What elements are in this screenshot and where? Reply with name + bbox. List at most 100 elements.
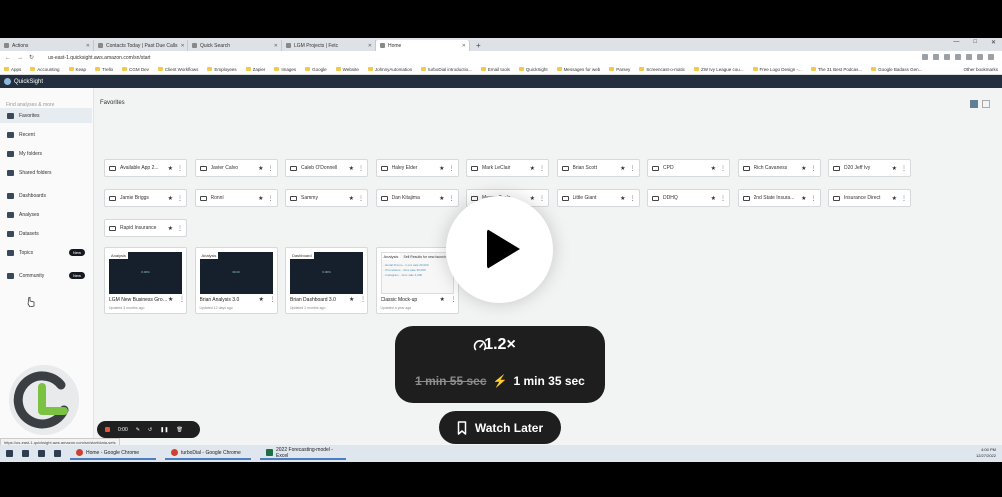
- delete-icon[interactable]: 🗑: [177, 427, 183, 433]
- windows-start-icon[interactable]: [6, 450, 13, 457]
- sidebar-item-shared-folders[interactable]: Shared folders: [0, 165, 92, 180]
- close-icon[interactable]: ✕: [368, 43, 372, 49]
- star-icon[interactable]: ★: [258, 195, 263, 202]
- draw-icon[interactable]: ✎: [136, 427, 140, 433]
- star-icon[interactable]: ★: [439, 165, 444, 172]
- star-icon[interactable]: ★: [620, 165, 625, 172]
- more-options-icon[interactable]: ⋮: [901, 165, 907, 172]
- pause-icon[interactable]: ❚❚: [160, 427, 168, 433]
- asset-card[interactable]: Analysis 30.00 Brian Analysis 3.0 Updated 1…: [194, 247, 278, 314]
- taskbar-app-chrome[interactable]: turboDial - Google Chrome: [165, 447, 251, 460]
- bookmark-item[interactable]: Website: [335, 67, 359, 72]
- more-options-icon[interactable]: ⋮: [358, 195, 364, 202]
- more-options-icon[interactable]: ⋮: [177, 195, 183, 202]
- star-icon[interactable]: ★: [801, 195, 806, 202]
- bookmark-item[interactable]: JohnnyAutomation: [367, 67, 412, 72]
- star-icon[interactable]: ★: [440, 296, 445, 303]
- extension-icon[interactable]: [922, 54, 928, 60]
- folder-tile[interactable]: DDHQ ★ ⋮: [647, 189, 730, 207]
- bookmark-item[interactable]: Zapier: [245, 67, 265, 72]
- folder-tile[interactable]: Jamie Briggs ★ ⋮: [104, 189, 187, 207]
- sidebar-item-topics[interactable]: Topics New: [0, 245, 92, 260]
- close-icon[interactable]: ✕: [274, 43, 278, 49]
- browser-tab[interactable]: Actions ✕: [0, 40, 94, 51]
- folder-tile[interactable]: Caleb O'Donnell ★ ⋮: [285, 159, 368, 177]
- more-options-icon[interactable]: ⋮: [720, 195, 726, 202]
- star-icon[interactable]: ★: [892, 195, 897, 202]
- star-icon[interactable]: ★: [711, 195, 716, 202]
- bookmark-item[interactable]: The 31 Best Podcas...: [810, 67, 862, 72]
- back-button[interactable]: ←: [5, 55, 11, 61]
- more-options-icon[interactable]: ⋮: [270, 296, 276, 303]
- star-icon[interactable]: ★: [168, 195, 173, 202]
- sidebar-item-my-folders[interactable]: My folders: [0, 146, 92, 161]
- profile-icon[interactable]: [988, 54, 994, 60]
- star-icon[interactable]: ★: [168, 296, 173, 303]
- other-bookmarks[interactable]: Other bookmarks: [963, 64, 998, 74]
- star-icon[interactable]: ★: [892, 165, 897, 172]
- star-icon[interactable]: ★: [349, 165, 354, 172]
- taskbar-app-excel[interactable]: 2022 Forecasting-model - Excel: [260, 447, 346, 460]
- browser-tab[interactable]: LGM Projects | Fetc ✕: [282, 40, 376, 51]
- extension-icon[interactable]: [966, 54, 972, 60]
- stop-recording-icon[interactable]: [105, 427, 110, 432]
- bookmark-item[interactable]: Keap: [68, 67, 86, 72]
- browser-tab[interactable]: Contacts Today | Past Due Calls ✕: [94, 40, 188, 51]
- url-field[interactable]: us-east-1.quicksight.aws.amazon.com/sn/s…: [48, 55, 151, 61]
- minimize-button[interactable]: —: [953, 39, 959, 46]
- more-options-icon[interactable]: ⋮: [811, 165, 817, 172]
- browser-tab-active[interactable]: Home ✕: [376, 40, 470, 51]
- folder-tile[interactable]: Dan Kitajima ★ ⋮: [375, 189, 459, 207]
- task-view-icon[interactable]: [38, 450, 45, 457]
- bookmark-item[interactable]: Employees: [207, 67, 237, 72]
- star-icon[interactable]: ★: [259, 296, 264, 303]
- bookmark-item[interactable]: turboDial introductio...: [421, 67, 472, 72]
- more-options-icon[interactable]: ⋮: [268, 195, 274, 202]
- forward-button[interactable]: →: [17, 55, 23, 61]
- folder-tile[interactable]: Little Giant ★ ⋮: [556, 189, 640, 207]
- bookmark-item[interactable]: Messages for web: [556, 67, 600, 72]
- grid-view-icon[interactable]: [970, 100, 978, 108]
- folder-tile[interactable]: Insurance Direct ★ ⋮: [828, 189, 911, 207]
- star-icon[interactable]: ★: [530, 195, 535, 202]
- more-options-icon[interactable]: ⋮: [811, 195, 817, 202]
- bookmark-item[interactable]: Client Workflows: [157, 67, 198, 72]
- star-icon[interactable]: ★: [258, 165, 263, 172]
- star-icon[interactable]: ★: [168, 165, 173, 172]
- extension-icon[interactable]: [944, 54, 950, 60]
- folder-tile[interactable]: Sammy ★ ⋮: [285, 189, 368, 207]
- star-icon[interactable]: ★: [349, 195, 354, 202]
- bookmark-item[interactable]: QuickSight: [518, 67, 548, 72]
- sidebar-item-datasets[interactable]: Datasets: [0, 226, 92, 241]
- sidebar-item-recent[interactable]: Recent: [0, 127, 92, 142]
- close-icon[interactable]: ✕: [462, 43, 466, 49]
- bookmark-item[interactable]: Email tools: [480, 67, 510, 72]
- more-options-icon[interactable]: ⋮: [720, 165, 726, 172]
- more-options-icon[interactable]: ⋮: [449, 195, 455, 202]
- bookmark-item[interactable]: Trello: [95, 67, 113, 72]
- restart-icon[interactable]: ↺: [148, 427, 152, 433]
- folder-tile[interactable]: Rapid Insurance ★ ⋮: [104, 219, 187, 237]
- bookmark-item[interactable]: ZW Ivy League cou...: [694, 67, 744, 72]
- folder-tile[interactable]: Mark LeClair ★ ⋮: [466, 159, 549, 177]
- bookmark-item[interactable]: Parsey: [609, 67, 630, 72]
- folder-tile[interactable]: Haley Elder ★ ⋮: [375, 159, 459, 177]
- more-options-icon[interactable]: ⋮: [449, 165, 455, 172]
- bookmark-item[interactable]: Free Logo Design -...: [752, 67, 802, 72]
- sidebar-item-analyses[interactable]: Analyses: [0, 207, 92, 222]
- extension-icon[interactable]: [955, 54, 961, 60]
- sidebar-item-favorites[interactable]: Favorites: [0, 108, 92, 123]
- bookmark-item[interactable]: Google Badass Gen...: [871, 67, 922, 72]
- folder-tile[interactable]: Rich Cavaness ★ ⋮: [737, 159, 821, 177]
- bookmark-item[interactable]: Accounting: [30, 67, 60, 72]
- more-options-icon[interactable]: ⋮: [539, 165, 545, 172]
- close-icon[interactable]: ✕: [181, 43, 185, 49]
- more-options-icon[interactable]: ⋮: [358, 165, 364, 172]
- folder-tile[interactable]: Brian Scott ★ ⋮: [556, 159, 640, 177]
- extension-icon[interactable]: [977, 54, 983, 60]
- close-window-button[interactable]: ✕: [991, 39, 996, 46]
- file-explorer-icon[interactable]: [54, 450, 61, 457]
- more-options-icon[interactable]: ⋮: [630, 195, 636, 202]
- bookmark-item[interactable]: Apps: [4, 67, 21, 72]
- maximize-button[interactable]: □: [973, 39, 977, 46]
